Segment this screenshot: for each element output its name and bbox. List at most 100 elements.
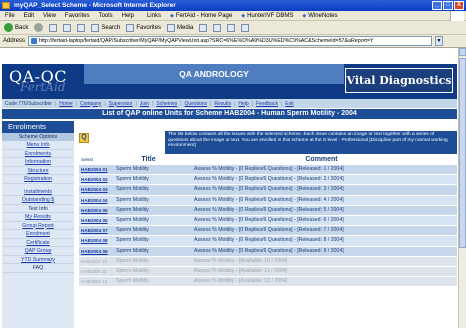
- sidebar-item-menu-info[interactable]: Menu Info: [2, 141, 74, 150]
- nav-join[interactable]: Join: [140, 101, 149, 107]
- vertical-scrollbar[interactable]: [458, 48, 466, 328]
- sidebar-item-ytd-summary[interactable]: YTD Summary: [2, 256, 74, 264]
- qap-unit-icon: Q: [79, 133, 89, 143]
- favorites-button[interactable]: Favorites: [126, 23, 161, 32]
- home-icon[interactable]: [77, 23, 86, 32]
- media-label: Media: [177, 24, 194, 31]
- nav-home[interactable]: Home: [59, 101, 72, 107]
- nav-results[interactable]: Results: [214, 101, 231, 107]
- nav-feedback[interactable]: Feedback: [256, 101, 278, 107]
- unit-code-link[interactable]: HAB2004 08: [79, 236, 112, 245]
- print-icon[interactable]: [227, 23, 236, 32]
- sidebar-item-information[interactable]: Information: [2, 158, 74, 167]
- table-row[interactable]: HAB2004 06 Sperm Motility Assess % Motilit…: [79, 215, 457, 227]
- link-winenotes[interactable]: WineNotes: [302, 11, 337, 20]
- scroll-thumb[interactable]: [459, 58, 466, 248]
- close-button[interactable]: X: [454, 1, 464, 10]
- link-hunterivf[interactable]: HunterIVF DBMS: [241, 11, 293, 20]
- sidebar-item-enrolments[interactable]: Enrolments: [2, 150, 74, 158]
- table-row[interactable]: HAB2004 01 Sperm Motility Assess % Motilit…: [79, 165, 457, 176]
- table-row[interactable]: HAB2004 07 Sperm Motility Assess % Motilit…: [79, 226, 457, 237]
- menu-edit[interactable]: Edit: [24, 11, 34, 20]
- unit-code-link[interactable]: HAB2004 01: [79, 165, 112, 174]
- window-titlebar: myQAP_Select Scheme - Microsoft Internet…: [0, 0, 466, 11]
- sidebar-item-certificate[interactable]: Certificate: [2, 239, 74, 247]
- menu-file[interactable]: File: [5, 11, 15, 20]
- vital-diagnostics-logo: Vital Diagnostics: [345, 68, 453, 93]
- scroll-up-icon[interactable]: [459, 48, 466, 56]
- unit-comment: Assess % Motility - [Available: 11 / 200…: [194, 267, 287, 274]
- unit-code-link: HAB2004 12: [81, 279, 108, 285]
- nav-company[interactable]: Company: [80, 101, 101, 107]
- unit-comment: Assess % Motility - [0 Replies/6 Questio…: [194, 216, 344, 223]
- search-button[interactable]: Search: [91, 23, 120, 32]
- units-table: HAB2004 01 Sperm Motility Assess % Motilit…: [79, 165, 457, 288]
- address-bar: Address http://fertaid-laptop/fertaid/QA…: [0, 35, 466, 48]
- unit-title: Sperm Motility: [116, 237, 149, 244]
- site-banner: QA-QC FertAid QA ANDROLOGY Vital Diagnos…: [2, 64, 457, 99]
- table-row[interactable]: HAB2004 02 Sperm Motility Assess % Motilit…: [79, 175, 457, 186]
- nav-help[interactable]: Help: [238, 101, 248, 107]
- unit-comment: Assess % Motility - [0 Replies/6 Questio…: [194, 176, 344, 183]
- window-controls: _ □ X: [432, 1, 464, 10]
- table-header: Select Title Comment: [79, 155, 457, 164]
- menu-view[interactable]: View: [43, 11, 56, 20]
- link-fertaid-home[interactable]: FertAid - Home Page: [170, 11, 232, 20]
- sidebar-item-registration[interactable]: Registration: [2, 175, 74, 184]
- back-button[interactable]: Back: [4, 23, 28, 32]
- back-arrow-icon: [4, 23, 13, 32]
- sidebar-item-outstanding[interactable]: Outstanding $: [2, 196, 74, 205]
- sidebar-item-faq[interactable]: FAQ: [2, 264, 74, 273]
- unit-title: Sperm Motility: [116, 278, 149, 285]
- nav-supervisor[interactable]: Supervisor: [109, 101, 133, 107]
- sidebar-item-qap-group[interactable]: QAP Group: [2, 247, 74, 256]
- table-row[interactable]: HAB2004 08 Sperm Motility Assess % Motilit…: [79, 236, 457, 247]
- unit-title: Sperm Motility: [116, 267, 149, 274]
- media-button[interactable]: Media: [167, 23, 194, 32]
- table-row[interactable]: HAB2004 09 Sperm Motility Assess % Motilit…: [79, 246, 457, 257]
- table-row[interactable]: HAB2004 04 Sperm Motility Assess % Motilit…: [79, 195, 457, 206]
- unit-title: Sperm Motility: [116, 166, 149, 172]
- unit-code-link[interactable]: HAB2004 06: [79, 216, 112, 225]
- unit-title: Sperm Motility: [116, 227, 149, 234]
- unit-code-link[interactable]: HAB2004 07: [79, 226, 112, 235]
- maximize-button[interactable]: □: [443, 1, 453, 10]
- nav-questions[interactable]: Questions: [185, 101, 208, 107]
- history-icon[interactable]: [199, 23, 208, 32]
- stop-icon[interactable]: [49, 23, 58, 32]
- address-input[interactable]: http://fertaid-laptop/fertaid/QAP/Subscr…: [28, 36, 433, 46]
- menu-tools[interactable]: Tools: [99, 11, 113, 20]
- nav-schemes[interactable]: Schemes: [156, 101, 177, 107]
- forward-button[interactable]: [34, 23, 44, 32]
- nav-exit[interactable]: Exit: [285, 101, 293, 107]
- unit-comment: Assess % Motility - [Available: 12 / 200…: [194, 278, 288, 285]
- edit-icon[interactable]: [241, 23, 250, 32]
- unit-code-link[interactable]: HAB2004 02: [79, 175, 112, 184]
- sidebar-item-my-results[interactable]: My Results: [2, 213, 74, 222]
- unit-code-link[interactable]: HAB2004 03: [79, 185, 112, 194]
- table-row[interactable]: HAB2004 03 Sperm Motility Assess % Motilit…: [79, 185, 457, 196]
- sidebar-item-installments[interactable]: Installments: [2, 188, 74, 196]
- refresh-icon[interactable]: [63, 23, 72, 32]
- banner-title: QA ANDROLOGY: [179, 69, 249, 79]
- sidebar-item-structure[interactable]: Structure: [2, 167, 74, 175]
- unit-code-link[interactable]: HAB2004 04: [79, 196, 112, 205]
- sidebar-subheader: Scheme Options: [2, 133, 74, 141]
- address-dropdown-icon[interactable]: ▼: [435, 36, 444, 46]
- unit-code-link[interactable]: HAB2004 09: [79, 247, 112, 256]
- table-row[interactable]: HAB2004 05 Sperm Motility Assess % Motilit…: [79, 205, 457, 216]
- menu-favorites[interactable]: Favorites: [65, 11, 90, 20]
- table-row: HAB2004 10 Sperm Motility Assess % Motilit…: [79, 256, 457, 267]
- menu-help[interactable]: Help: [122, 11, 134, 20]
- sidebar-item-group-report[interactable]: Group Report: [2, 222, 74, 230]
- sidebar-item-enrolment[interactable]: Enrolment: [2, 230, 74, 239]
- subscriber-code: Code:776/Subscriber: [5, 100, 52, 107]
- mail-icon[interactable]: [213, 23, 222, 32]
- logo-fertaid: FertAid: [20, 80, 66, 94]
- unit-title: Sperm Motility: [116, 257, 149, 264]
- unit-code-link[interactable]: HAB2004 05: [79, 206, 112, 215]
- minimize-button[interactable]: _: [432, 1, 442, 10]
- page-title: List of QAP online Units for Scheme HAB2…: [2, 109, 457, 119]
- back-label: Back: [15, 24, 29, 31]
- unit-code-link: HAB2004 11: [81, 268, 107, 274]
